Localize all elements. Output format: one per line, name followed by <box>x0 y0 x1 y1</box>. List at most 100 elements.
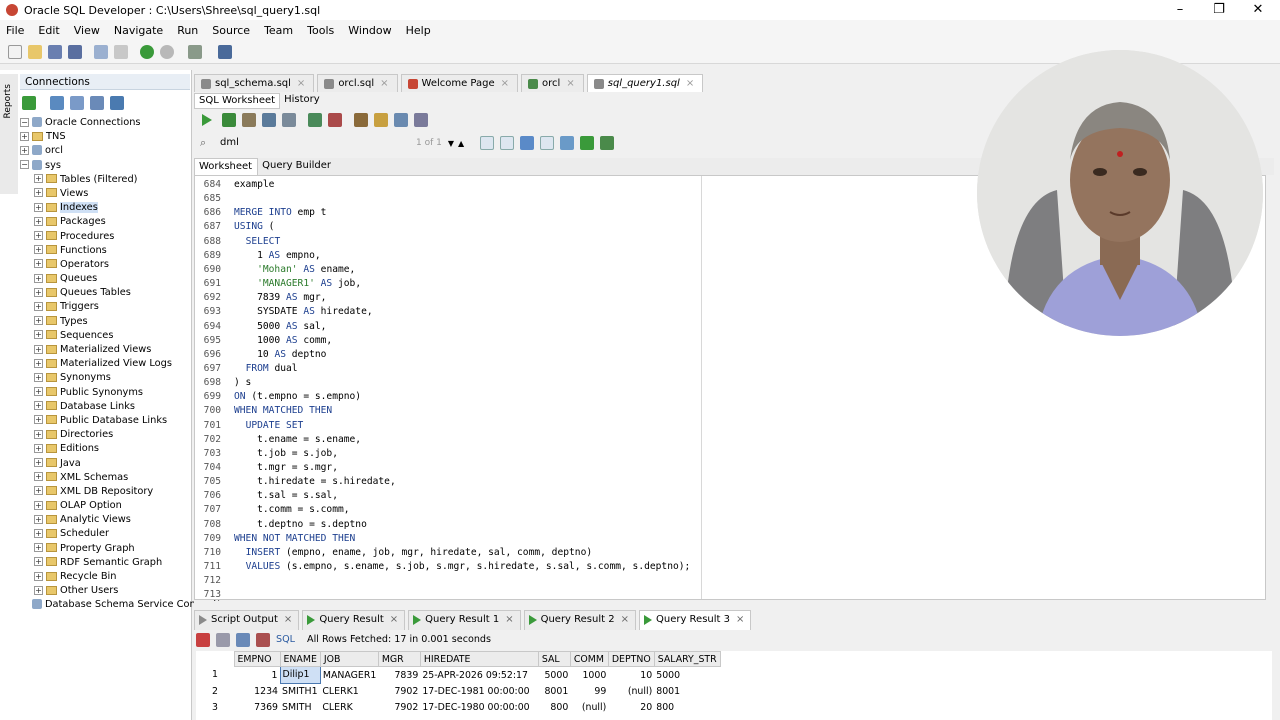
run-script-icon[interactable] <box>222 113 236 127</box>
table-cell[interactable]: 7839 <box>378 667 420 684</box>
tree-item[interactable]: + XML DB Repository <box>18 485 192 499</box>
expand-node-icon[interactable]: + <box>34 472 43 482</box>
menu-tools[interactable]: Tools <box>307 24 334 37</box>
menu-team[interactable]: Team <box>264 24 293 37</box>
tab-worksheet[interactable]: Worksheet <box>194 158 259 175</box>
expand-node-icon[interactable]: + <box>34 415 43 425</box>
expand-node-icon[interactable]: + <box>34 401 43 411</box>
expand-node-icon[interactable]: + <box>34 245 43 255</box>
expand-node-icon[interactable]: + <box>34 543 43 553</box>
tree-item[interactable]: + Views <box>18 187 192 201</box>
column-header[interactable]: SAL <box>537 651 571 667</box>
table-cell[interactable]: SMITH <box>280 700 320 717</box>
refresh-icon[interactable] <box>50 96 64 110</box>
redo-icon[interactable] <box>114 44 128 59</box>
pin-icon[interactable] <box>196 632 210 647</box>
tree-item[interactable]: + Indexes <box>18 201 192 215</box>
column-header[interactable]: DEPTNO <box>607 651 655 667</box>
table-cell[interactable]: (null) <box>608 683 654 700</box>
document-tab[interactable]: orcl × <box>521 74 584 92</box>
search-input[interactable]: dml <box>216 135 356 151</box>
document-tab[interactable]: sql_schema.sql × <box>194 74 315 92</box>
table-cell[interactable]: 17-DEC-1980 00:00:00 <box>420 700 538 717</box>
close-result-tab-icon[interactable]: × <box>505 614 513 625</box>
table-cell[interactable]: CLERK1 <box>320 683 378 700</box>
table-cell[interactable]: SMITH1 <box>280 683 320 700</box>
tree-item[interactable]: + Sequences <box>18 329 192 343</box>
tree-item[interactable]: + Property Graph <box>18 542 192 556</box>
tree-item[interactable]: + Tables (Filtered) <box>18 173 192 187</box>
sql-history-icon[interactable] <box>394 113 408 127</box>
tree-item[interactable]: + Editions <box>18 442 192 456</box>
table-cell[interactable]: 7369 <box>234 700 280 717</box>
unshared-sql-icon[interactable] <box>354 113 368 127</box>
table-cell[interactable]: 5000 <box>654 667 720 684</box>
expand-node-icon[interactable]: + <box>34 259 43 269</box>
close-button[interactable]: ✕ <box>1238 0 1278 20</box>
tree-item[interactable]: + Java <box>18 457 192 471</box>
commit-icon[interactable] <box>308 113 322 127</box>
menu-window[interactable]: Window <box>348 24 391 37</box>
format-icon[interactable] <box>414 113 428 127</box>
menu-navigate[interactable]: Navigate <box>114 24 163 37</box>
cancel-query-icon[interactable] <box>256 632 270 647</box>
panel-splitter[interactable] <box>194 601 1274 609</box>
tree-item[interactable]: +Database Schema Service Connections <box>18 598 237 612</box>
table-cell[interactable]: 17-DEC-1981 00:00:00 <box>420 683 538 700</box>
save-icon[interactable] <box>48 44 62 59</box>
close-tab-icon[interactable]: × <box>501 75 509 93</box>
search-up-icon[interactable]: ▲ <box>458 139 464 148</box>
table-cell[interactable]: Dilip1 <box>279 666 321 684</box>
add-connection-icon[interactable] <box>22 96 36 110</box>
regex-icon[interactable] <box>540 136 555 150</box>
column-header[interactable]: ENAME <box>279 651 321 667</box>
table-cell[interactable]: 1234 <box>234 683 280 700</box>
result-tab[interactable]: Query Result 1 × <box>408 610 521 630</box>
expand-node-icon[interactable]: + <box>34 571 43 581</box>
run-statement-icon[interactable] <box>202 114 212 126</box>
close-result-tab-icon[interactable]: × <box>390 614 398 625</box>
table-cell[interactable]: CLERK <box>320 700 378 717</box>
debug-icon[interactable] <box>188 44 202 59</box>
close-tab-icon[interactable]: × <box>380 75 388 93</box>
expand-node-icon[interactable]: + <box>34 287 43 297</box>
tree-item[interactable]: + Functions <box>18 244 192 258</box>
forward-icon[interactable] <box>140 44 154 59</box>
wrap-search-icon[interactable] <box>580 136 595 150</box>
table-cell[interactable]: MANAGER1 <box>320 667 378 684</box>
expand-node-icon[interactable]: + <box>34 557 43 567</box>
expand-node-icon[interactable]: + <box>34 316 43 326</box>
tree-item[interactable]: − Oracle Connections <box>18 116 192 130</box>
close-result-tab-icon[interactable]: × <box>284 614 292 625</box>
document-tab[interactable]: orcl.sql × <box>317 74 398 93</box>
explain-plan-icon[interactable] <box>262 113 276 127</box>
expand-node-icon[interactable]: + <box>34 174 43 184</box>
table-cell[interactable]: 800 <box>654 700 720 717</box>
expand-node-icon[interactable]: + <box>34 500 43 510</box>
expand-node-icon[interactable]: + <box>34 188 43 198</box>
tree-item[interactable]: + OLAP Option <box>18 499 192 513</box>
print-icon[interactable] <box>216 632 230 647</box>
tree-item[interactable]: + Materialized Views <box>18 343 192 357</box>
tree-item[interactable]: + RDF Semantic Graph <box>18 556 192 570</box>
expand-node-icon[interactable]: + <box>20 145 29 155</box>
tab-sql-worksheet[interactable]: SQL Worksheet <box>194 93 281 109</box>
document-tab[interactable]: Welcome Page × <box>400 74 519 93</box>
collapse-icon[interactable] <box>110 96 124 110</box>
rollback-icon[interactable] <box>328 113 342 127</box>
table-cell[interactable]: 7902 <box>378 700 420 717</box>
tree-item[interactable]: + Queues <box>18 272 192 286</box>
tree-item[interactable]: + Triggers <box>18 300 192 314</box>
tab-history[interactable]: History <box>280 93 324 109</box>
expand-node-icon[interactable]: + <box>20 131 29 141</box>
tree-item[interactable]: + Queues Tables <box>18 286 192 300</box>
column-header[interactable]: COMM <box>569 651 609 667</box>
table-cell[interactable]: 8001 <box>538 683 570 700</box>
table-row[interactable]: 2 1234 SMITH1 CLERK1 7902 17-DEC-1981 00:00:0… <box>196 683 720 700</box>
table-cell[interactable]: 10 <box>608 667 654 684</box>
whole-word-icon[interactable] <box>500 136 515 150</box>
tree-item[interactable]: + TNS <box>18 130 192 144</box>
expand-node-icon[interactable]: + <box>34 372 43 382</box>
tab-query-builder[interactable]: Query Builder <box>258 158 336 175</box>
close-result-tab-icon[interactable]: × <box>621 614 629 625</box>
